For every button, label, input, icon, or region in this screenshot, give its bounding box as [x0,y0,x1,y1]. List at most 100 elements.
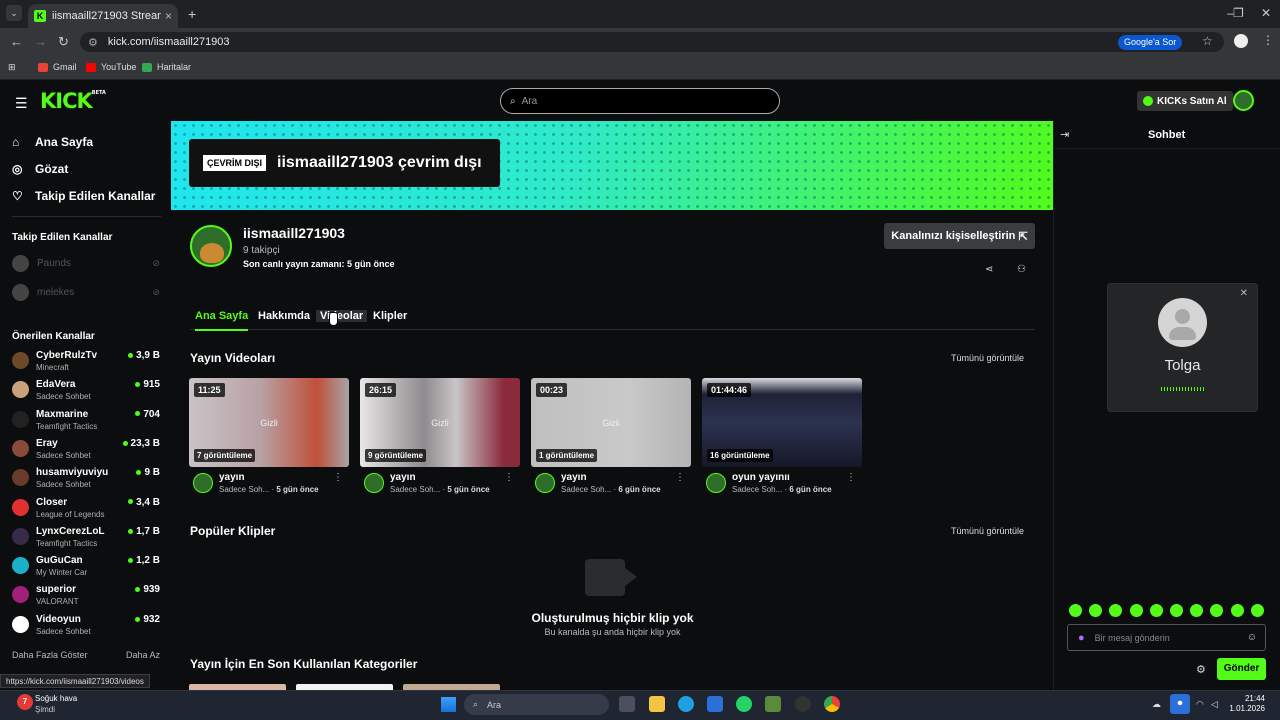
bookmark-youtube[interactable]: YouTube [86,62,136,72]
new-tab-button[interactable]: + [188,6,196,22]
close-window-icon[interactable]: ✕ [1261,6,1271,20]
task-view-icon[interactable] [619,696,635,712]
avatar[interactable] [706,473,726,493]
recommended-channel[interactable]: Eray Sadece Sohbet 23,3 B [12,436,160,464]
video-thumbnail[interactable]: 00:23 Gizli 1 görüntüleme [531,378,691,467]
network-icon[interactable]: ☁ [1152,699,1161,710]
recommended-channel[interactable]: superior VALORANT 939 [12,582,160,610]
video-title[interactable]: oyun yayınıı [732,472,790,483]
video-thumbnail[interactable]: 11:25 Gizli 7 görüntüleme [189,378,349,467]
recommended-channel[interactable]: husamviyuviyu Sadece Sohbet 9 B [12,465,160,493]
video-title[interactable]: yayın [561,472,587,483]
recommended-channel[interactable]: CyberRulzTv Minecraft 3,9 B [12,348,160,376]
bookmark-star-icon[interactable]: ☆ [1202,34,1213,48]
video-title[interactable]: yayın [390,472,416,483]
sidebar-item-home[interactable]: ⌂ Ana Sayfa [12,135,93,149]
wifi-icon[interactable]: ◠ [1196,699,1204,710]
reload-icon[interactable]: ↻ [58,34,69,50]
chat-settings-icon[interactable]: ⚙ [1196,663,1206,676]
emote-icon[interactable] [1250,604,1264,617]
video-card[interactable]: 11:25 Gizli 7 görüntüleme yayın Sadece Soh..… [189,378,349,498]
customize-channel-button[interactable]: Kanalınızı kişiselleştirin ⇱ [884,223,1035,249]
edge-icon[interactable] [678,696,694,712]
more-options-icon[interactable]: ⋮ [846,472,856,483]
tab-home[interactable]: Ana Sayfa [195,310,249,331]
maximize-icon[interactable]: ❐ [1233,6,1244,20]
close-tab-icon[interactable]: × [165,9,172,23]
tab-videos[interactable]: Videolar [316,310,368,322]
sidebar-item-browse[interactable]: ◎ Gözat [12,162,68,176]
avatar[interactable] [364,473,384,493]
app-bubble-icon[interactable] [795,696,811,712]
sidebar-item-following[interactable]: ♡ Takip Edilen Kanallar [12,189,155,203]
recommended-channel[interactable]: GuGuCan My Winter Car 1,2 B [12,553,160,581]
bookmark-gmail[interactable]: Gmail [38,62,77,72]
recommended-channel[interactable]: EdaVera Sadece Sohbet 915 [12,377,160,405]
followed-channel[interactable]: Paunds ⊘ [12,255,160,272]
windows-start-icon[interactable] [441,697,456,712]
collapse-chat-icon[interactable]: ⇥ [1060,128,1069,141]
followed-channel[interactable]: melekes ⊘ [12,284,160,301]
video-card[interactable]: 26:15 Gizli 9 görüntüleme yayın Sadece Soh..… [360,378,520,498]
taskbar-search[interactable]: ⌕ Ara [464,694,609,715]
share-icon[interactable]: ⋖ [985,264,993,275]
mic-tray-icon[interactable]: ⏺ [1170,694,1190,714]
weather-icon[interactable]: 7 [17,694,33,710]
whatsapp-icon[interactable] [736,696,752,712]
more-options-icon[interactable]: ⋮ [675,472,685,483]
videos-see-all-link[interactable]: Tümünü görüntüle [951,353,1024,363]
browser-menu-icon[interactable]: ⋮ [1262,33,1274,47]
video-thumbnail[interactable]: 26:15 Gizli 9 görüntüleme [360,378,520,467]
chat-message-input[interactable]: ● Bir mesaj gönderin ☺ [1067,624,1266,651]
clock[interactable]: 21:44 1.01.2026 [1227,694,1265,714]
show-less-button[interactable]: Daha Az [126,650,160,660]
emote-icon[interactable] [1129,604,1143,617]
kicks-buy-button[interactable]: KICKs Satın Al [1137,91,1233,111]
volume-icon[interactable]: ◁ [1211,699,1218,710]
menu-hamburger-icon[interactable]: ☰ [15,95,28,112]
emote-icon[interactable] [1069,604,1082,617]
channel-avatar[interactable] [190,225,232,267]
recommended-channel[interactable]: Videoyun Sadece Sohbet 932 [12,612,160,640]
clips-see-all-link[interactable]: Tümünü görüntüle [951,526,1024,536]
video-card[interactable]: 01:44:46 16 görüntüleme oyun yayınıı Sadece… [702,378,862,498]
show-more-button[interactable]: Daha Fazla Göster [12,650,88,660]
url-bar[interactable]: ⚙ kick.com/iismaaill271903 [80,32,1224,52]
user-avatar[interactable] [1233,90,1254,111]
file-explorer-icon[interactable] [649,696,665,712]
video-title[interactable]: yayın [219,472,245,483]
site-info-icon[interactable]: ⚙ [88,36,98,49]
avatar[interactable] [193,473,213,493]
tab-clips[interactable]: Klipler [373,310,407,322]
search-input[interactable]: ⌕ Ara [500,88,780,114]
emoji-icon[interactable]: ☺ [1247,632,1257,643]
emote-icon[interactable] [1149,604,1163,617]
chrome-icon[interactable] [824,696,840,712]
emote-icon[interactable] [1170,604,1183,617]
apps-grid-icon[interactable]: ⊞ [8,62,16,73]
close-icon[interactable]: ✕ [1240,288,1248,299]
tab-search-button[interactable]: ⌄ [6,5,22,21]
more-options-icon[interactable]: ⋮ [504,472,514,483]
store-icon[interactable] [707,696,723,712]
avatar[interactable] [535,473,555,493]
recommended-channel[interactable]: LynxCerezLoL Teamfight Tactics 1,7 B [12,524,160,552]
video-card[interactable]: 00:23 Gizli 1 görüntüleme yayın Sadece Soh..… [531,378,691,498]
user-settings-icon[interactable]: ⚇ [1017,264,1026,275]
profile-icon[interactable] [1234,34,1248,48]
microphone-icon[interactable]: ● [1078,632,1085,644]
weather-title[interactable]: Soğuk hava [35,694,77,703]
app-cube-icon[interactable] [765,696,781,712]
back-icon[interactable]: ← [10,34,23,49]
kick-logo[interactable]: KICKBETA [40,89,106,113]
send-button[interactable]: Gönder [1217,658,1266,680]
browser-tab[interactable]: K iismaaill271903 Stream - Watch × [28,4,178,28]
forward-icon[interactable]: → [34,34,47,49]
google-sor-button[interactable]: Google'a Sor [1118,35,1183,50]
video-thumbnail[interactable]: 01:44:46 16 görüntüleme [702,378,862,467]
emote-icon[interactable] [1230,604,1244,617]
tab-about[interactable]: Hakkımda [258,310,310,322]
recommended-channel[interactable]: Maxmarine Teamfight Tactics 704 [12,407,160,435]
bookmark-haritalar[interactable]: Haritalar [142,62,191,72]
recommended-channel[interactable]: Closer League of Legends 3,4 B [12,495,160,523]
